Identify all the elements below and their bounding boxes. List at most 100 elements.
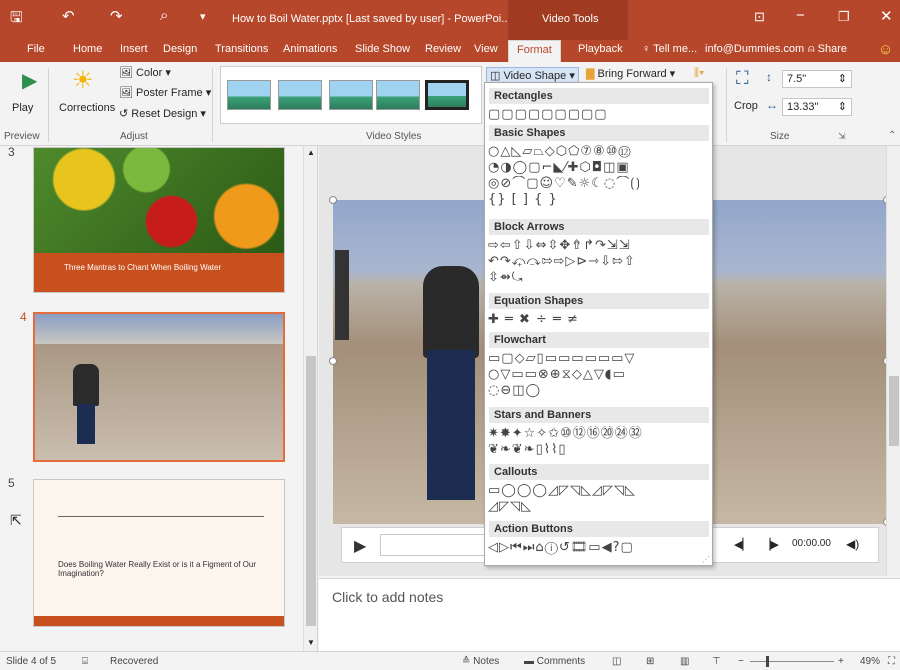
- zoom-level[interactable]: 49%: [860, 656, 880, 667]
- color-button[interactable]: 🖼 Color ▾: [119, 66, 171, 79]
- shapes-flowchart-row-2[interactable]: ○▽▭▭⊗⊕⧖◇△▽◖▭: [488, 367, 710, 382]
- shapes-arrows-row-2[interactable]: ↶↷⤽⤼⇰⇨▷⊳⇾⇩⇰⇧: [488, 254, 710, 269]
- status-bar: Slide 4 of 5 ⌸ Recovered ≙ Notes ▬ Comme…: [0, 651, 900, 670]
- scroll-up-icon[interactable]: ▲: [307, 148, 315, 157]
- tab-file[interactable]: File: [27, 43, 45, 55]
- tab-home[interactable]: Home: [73, 43, 102, 55]
- align-icon[interactable]: ⫼▾: [694, 67, 704, 80]
- width-spinner[interactable]: 13.33" ⇕: [782, 98, 852, 116]
- restore-icon[interactable]: ❐: [838, 9, 850, 25]
- slide-thumbnail-4[interactable]: [33, 312, 285, 462]
- save-icon[interactable]: 🖫: [10, 7, 23, 32]
- video-style-4[interactable]: [376, 80, 420, 110]
- spell-check-icon[interactable]: ⌸: [82, 656, 88, 667]
- bring-forward-button[interactable]: ▇ Bring Forward ▾: [586, 67, 675, 80]
- slide-thumbnail-3[interactable]: Three Mantras to Chant When Boiling Wate…: [33, 147, 285, 293]
- video-style-5[interactable]: [425, 80, 469, 110]
- shapes-callouts-row-2[interactable]: ◿◸◹◺: [488, 499, 710, 514]
- notes-pane[interactable]: Click to add notes: [319, 578, 900, 651]
- comments-button[interactable]: ▬ Comments: [524, 656, 585, 667]
- zoom-slider[interactable]: [750, 661, 834, 662]
- slide-sorter-icon[interactable]: ⊞: [646, 656, 654, 667]
- resize-handle[interactable]: [329, 357, 337, 365]
- corrections-button[interactable]: ☀ Corrections: [56, 66, 116, 128]
- crop-button[interactable]: ⛶ Crop: [734, 68, 762, 124]
- slide-show-icon[interactable]: ⊤: [712, 656, 721, 667]
- slide-thumbnails-pane: 3 Three Mantras to Chant When Boiling Wa…: [0, 145, 318, 651]
- redo-icon[interactable]: ↷: [110, 7, 123, 25]
- zoom-slider-thumb[interactable]: [766, 656, 769, 667]
- size-dialog-launcher-icon[interactable]: ⇲: [838, 131, 846, 142]
- shapes-stars-row-1[interactable]: ✷✸✦☆✧✩⑩⑫⑯⑳㉔㉜: [488, 426, 710, 441]
- account-name[interactable]: info@Dummies.com: [705, 43, 804, 55]
- scroll-thumb[interactable]: [306, 356, 316, 626]
- slide-thumbnail-5[interactable]: Does Boiling Water Really Exist or is it…: [33, 479, 285, 627]
- play-button[interactable]: ▶ Play: [12, 68, 40, 128]
- play-icon[interactable]: ▶: [354, 536, 366, 556]
- reading-view-icon[interactable]: ▥: [680, 656, 689, 667]
- video-style-2[interactable]: [278, 80, 322, 110]
- shapes-stars-row-2[interactable]: ❦❧❦❧▯⌇⌇▯: [488, 442, 710, 457]
- shapes-equation[interactable]: ✚ ═ ✖ ÷ ═ ≠: [488, 312, 710, 327]
- collapse-ribbon-icon[interactable]: ⌃: [888, 130, 896, 141]
- ribbon-display-icon[interactable]: ⊡: [754, 9, 765, 25]
- shapes-basic-row-1[interactable]: ○△◺▱⏢◇⬡⬠⑦⑧⑩⑫: [488, 144, 710, 159]
- shapes-arrows-row-1[interactable]: ⇨⇦⇧⇩⇔⇳✥⇮↱↷⇲⇲: [488, 238, 710, 253]
- start-from-beginning-icon[interactable]: ⌕: [160, 7, 168, 24]
- shapes-basic-row-4[interactable]: {} [ ] { }: [488, 192, 710, 207]
- shapes-callouts-row-1[interactable]: ▭◯◯◯◿◸◹◺◿◸◹◺: [488, 483, 710, 498]
- spinner-arrows-icon[interactable]: ⇕: [838, 72, 847, 85]
- volume-icon[interactable]: ◀): [846, 537, 859, 551]
- shapes-flowchart-row-3[interactable]: ◌⊖◫◯: [488, 383, 710, 398]
- tab-animations[interactable]: Animations: [283, 43, 337, 55]
- shapes-flowchart-row-1[interactable]: ▭▢◇▱▯▭▭▭▭▭▭▽: [488, 351, 710, 366]
- notes-button[interactable]: ≙ Notes: [462, 656, 499, 667]
- video-style-1[interactable]: [227, 80, 271, 110]
- tab-slide-show[interactable]: Slide Show: [355, 43, 410, 55]
- zoom-in-icon[interactable]: +: [838, 656, 844, 667]
- slide-scrollbar[interactable]: [886, 146, 900, 576]
- height-spinner[interactable]: 7.5" ⇕: [782, 70, 852, 88]
- tab-design[interactable]: Design: [163, 43, 197, 55]
- shapes-action-buttons[interactable]: ◁▷⏮⏭⌂ⓘ↺🎞▭◀?▢: [488, 540, 710, 555]
- ribbon-tabs: File Home Insert Design Transitions Anim…: [0, 40, 900, 62]
- tell-me-box[interactable]: ♀ Tell me...: [642, 43, 697, 55]
- spinner-arrows-icon[interactable]: ⇕: [838, 100, 847, 113]
- notes-placeholder: Click to add notes: [332, 589, 444, 605]
- scroll-thumb[interactable]: [889, 376, 899, 446]
- tab-insert[interactable]: Insert: [120, 43, 148, 55]
- fit-to-window-icon[interactable]: ⛶: [888, 656, 895, 667]
- shapes-rectangles[interactable]: ▢▢▢▢▢▢▢▢▢: [488, 107, 710, 122]
- video-styles-gallery[interactable]: [220, 66, 482, 124]
- section-header-stars-and-banners: Stars and Banners: [489, 407, 709, 423]
- tab-format[interactable]: Format: [508, 40, 561, 62]
- comments-label: Comments: [536, 656, 586, 667]
- video-style-3[interactable]: [329, 80, 373, 110]
- reset-design-button[interactable]: ↺ Reset Design ▾: [119, 107, 206, 120]
- corrections-label: Corrections: [59, 102, 116, 114]
- thumbnail-scrollbar[interactable]: ▲ ▼: [303, 146, 317, 651]
- tab-review[interactable]: Review: [425, 43, 461, 55]
- scroll-down-icon[interactable]: ▼: [307, 638, 315, 647]
- shapes-basic-row-3[interactable]: ◎⊘⌒▢☺♡✎☼☾◌⌒⟮⟯: [488, 176, 710, 191]
- shapes-basic-row-2[interactable]: ◔◑◯▢⌐◣⁄✚⬡◘◫▣: [488, 160, 710, 175]
- move-forward-icon[interactable]: ▕▶: [762, 538, 779, 551]
- tab-view[interactable]: View: [474, 43, 498, 55]
- recovered-label: Recovered: [110, 656, 159, 667]
- share-button[interactable]: ⍝ Share: [808, 43, 847, 56]
- customize-toolbar-icon[interactable]: ▾: [200, 10, 206, 23]
- undo-icon[interactable]: ↶: [62, 7, 75, 25]
- resize-handle[interactable]: [329, 196, 337, 204]
- smiley-feedback-icon[interactable]: ☺: [878, 41, 893, 58]
- normal-view-icon[interactable]: ◫: [612, 656, 621, 667]
- zoom-out-icon[interactable]: −: [738, 656, 744, 667]
- move-back-icon[interactable]: ◀▏: [734, 538, 751, 551]
- close-icon[interactable]: ✕: [880, 7, 893, 25]
- resize-grip-icon[interactable]: ⋰: [702, 555, 710, 564]
- poster-frame-button[interactable]: 🖼 Poster Frame ▾: [119, 86, 211, 99]
- shapes-arrows-row-3[interactable]: ⇳⇴⤿: [488, 270, 710, 285]
- tab-transitions[interactable]: Transitions: [215, 43, 268, 55]
- tab-playback[interactable]: Playback: [578, 43, 623, 55]
- minimize-icon[interactable]: −: [796, 7, 805, 24]
- group-label-adjust: Adjust: [120, 131, 148, 142]
